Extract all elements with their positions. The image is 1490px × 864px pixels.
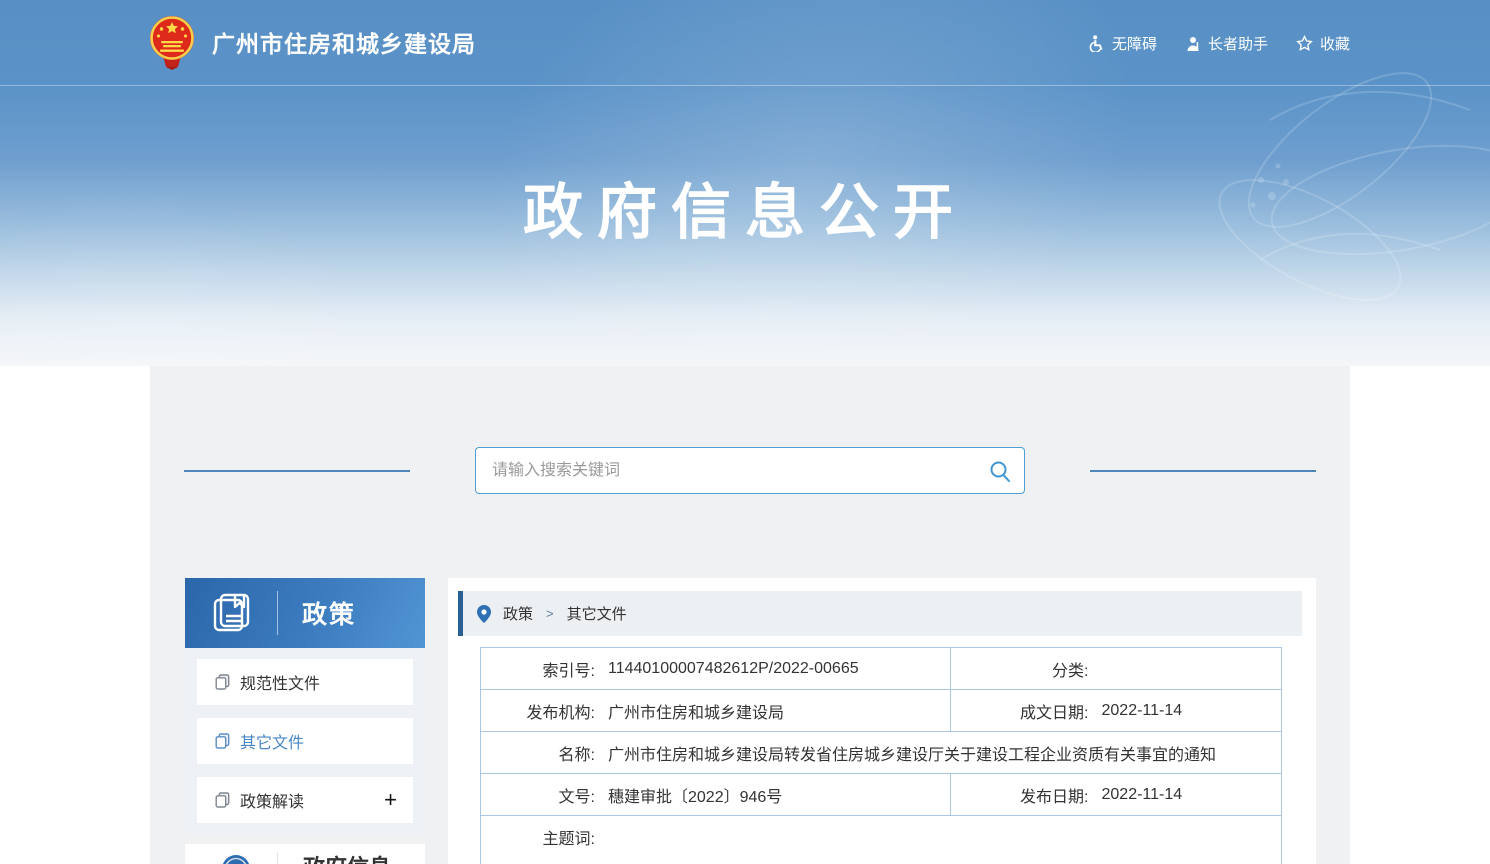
document-icon bbox=[215, 674, 230, 690]
sidebar-section-government-info[interactable]: 政府信息公开 bbox=[185, 844, 425, 864]
field-value: 11440100007482612P/2022-00665 bbox=[608, 660, 859, 678]
page: 广州市住房和城乡建设局 无障碍 长 bbox=[0, 0, 1490, 864]
document-icon bbox=[215, 792, 230, 808]
field-value: 穗建审批〔2022〕946号 bbox=[608, 783, 782, 807]
search-box bbox=[475, 447, 1025, 494]
field-value: 广州市住房和城乡建设局转发省住房城乡建设厅关于建设工程企业资质有关事宜的通知 bbox=[608, 741, 1216, 765]
decorative-line bbox=[184, 470, 410, 472]
search-icon[interactable] bbox=[988, 459, 1012, 483]
search-input[interactable] bbox=[476, 448, 1024, 493]
sidebar-section-title: 政策 bbox=[302, 595, 356, 631]
main-panel: 政策 > 其它文件 索引号: 11440100007482612P/2022-0… bbox=[448, 578, 1316, 864]
elder-assistant-link[interactable]: 长者助手 bbox=[1185, 33, 1268, 54]
sidebar-section-policy[interactable]: 政策 bbox=[185, 578, 425, 648]
book-icon bbox=[209, 591, 253, 635]
accessibility-link[interactable]: 无障碍 bbox=[1088, 33, 1157, 54]
field-label: 文号: bbox=[481, 783, 595, 807]
decorative-line bbox=[1090, 470, 1316, 472]
table-row: 文号: 穗建审批〔2022〕946号 发布日期: 2022-11-14 bbox=[481, 774, 1282, 816]
utility-links: 无障碍 长者助手 收藏 bbox=[1088, 33, 1350, 54]
table-row: 索引号: 11440100007482612P/2022-00665 分类: bbox=[481, 648, 1282, 690]
sidebar-item-policy-interpretation[interactable]: 政策解读 + bbox=[197, 777, 413, 823]
elder-person-icon bbox=[1185, 36, 1201, 52]
field-label: 发布机构: bbox=[481, 699, 595, 723]
field-label: 名称: bbox=[481, 741, 595, 765]
star-icon bbox=[1296, 35, 1313, 52]
expand-plus-icon[interactable]: + bbox=[384, 789, 397, 811]
wheelchair-icon bbox=[1088, 35, 1105, 52]
field-label: 主题词: bbox=[481, 825, 595, 849]
site-title: 广州市住房和城乡建设局 bbox=[212, 25, 476, 59]
sidebar-item-other-documents[interactable]: 其它文件 bbox=[197, 718, 413, 764]
field-label: 索引号: bbox=[481, 657, 595, 681]
site-brand[interactable]: 广州市住房和城乡建设局 bbox=[148, 14, 476, 70]
field-label: 分类: bbox=[951, 657, 1089, 681]
breadcrumb: 政策 > 其它文件 bbox=[458, 591, 1302, 636]
favorite-link[interactable]: 收藏 bbox=[1296, 33, 1350, 54]
field-value: 2022-11-14 bbox=[1102, 702, 1183, 720]
sidebar-menu: 规范性文件 其它文件 政策解读 + bbox=[185, 648, 425, 834]
sidebar: 政策 规范性文件 其它文件 bbox=[185, 578, 425, 864]
hero-banner: 广州市住房和城乡建设局 无障碍 长 bbox=[0, 0, 1490, 366]
document-detail-table: 索引号: 11440100007482612P/2022-00665 分类: 发… bbox=[480, 647, 1282, 864]
field-label: 成文日期: bbox=[951, 699, 1089, 723]
table-row: 名称: 广州市住房和城乡建设局转发省住房城乡建设厅关于建设工程企业资质有关事宜的… bbox=[481, 732, 1282, 774]
divider bbox=[277, 852, 278, 864]
table-row: 发布机构: 广州市住房和城乡建设局 成文日期: 2022-11-14 bbox=[481, 690, 1282, 732]
sidebar-item-normative-documents[interactable]: 规范性文件 bbox=[197, 659, 413, 705]
field-label: 发布日期: bbox=[951, 783, 1089, 807]
content-area: 政策 规范性文件 其它文件 bbox=[150, 366, 1350, 864]
national-emblem-logo bbox=[148, 14, 196, 70]
divider bbox=[277, 591, 278, 635]
sidebar-section-title: 政府信息公开 bbox=[303, 852, 399, 864]
document-icon bbox=[215, 733, 230, 749]
table-row: 主题词: bbox=[481, 816, 1282, 864]
location-pin-icon bbox=[477, 605, 491, 623]
top-navigation-bar: 广州市住房和城乡建设局 无障碍 长 bbox=[0, 0, 1490, 86]
info-circle-icon bbox=[221, 854, 251, 864]
field-value: 2022-11-14 bbox=[1102, 786, 1183, 804]
field-value: 广州市住房和城乡建设局 bbox=[608, 699, 784, 723]
breadcrumb-item-other-documents[interactable]: 其它文件 bbox=[567, 603, 627, 624]
breadcrumb-separator: > bbox=[546, 606, 554, 621]
breadcrumb-item-policy[interactable]: 政策 bbox=[503, 603, 533, 624]
page-title: 政府信息公开 bbox=[0, 164, 1490, 251]
